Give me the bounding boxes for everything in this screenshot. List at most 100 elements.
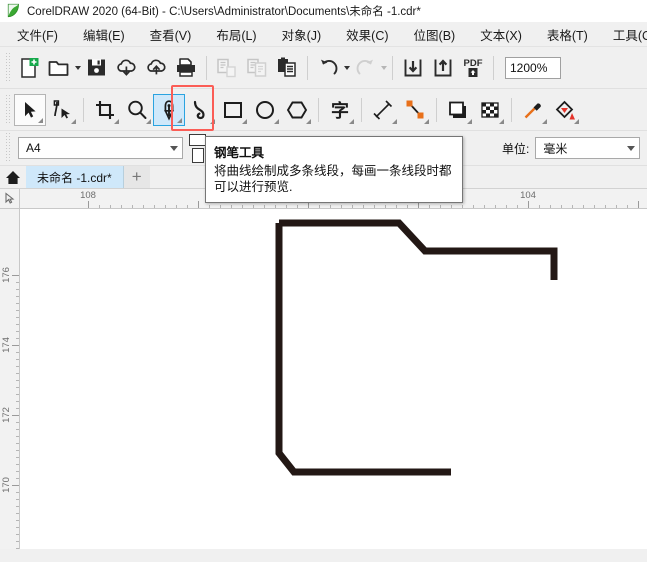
hexagon-icon	[286, 101, 308, 118]
toolbar-separator-1	[206, 55, 207, 80]
checker-icon	[481, 101, 499, 118]
tool-connector[interactable]	[399, 94, 431, 126]
zoom-level-input[interactable]: 1200%	[505, 56, 561, 79]
menu-object[interactable]: 对象(J)	[274, 23, 330, 46]
redo-arrow-icon	[356, 59, 373, 75]
paste-icon	[278, 57, 296, 77]
menu-layout[interactable]: 布局(L)	[208, 23, 264, 46]
cloud-download-icon	[116, 58, 136, 76]
menu-view[interactable]: 查看(V)	[142, 23, 200, 46]
tool-flyout-corner[interactable]	[349, 118, 354, 124]
menu-effects[interactable]: 效果(C)	[338, 23, 396, 46]
menu-file[interactable]: 文件(F)	[9, 23, 66, 46]
tool-flyout-corner[interactable]	[38, 117, 43, 123]
home-icon	[6, 170, 20, 184]
tool-flyout-corner[interactable]	[499, 118, 504, 124]
home-tab-button[interactable]	[0, 166, 26, 188]
publish-pdf-button[interactable]: PDF	[458, 53, 488, 83]
menu-edit[interactable]: 编辑(E)	[75, 23, 133, 46]
menu-table[interactable]: 表格(T)	[539, 23, 596, 46]
tool-rectangle[interactable]	[217, 94, 249, 126]
toolbar-grip[interactable]	[4, 52, 11, 83]
ruler-origin-button[interactable]	[0, 189, 20, 209]
page-size-dropdown[interactable]: A4	[18, 137, 183, 159]
tool-text[interactable]: 字	[324, 94, 356, 126]
magnifier-icon	[128, 100, 147, 119]
shape-node-icon	[53, 99, 70, 118]
v-ruler-tick-label: 170	[1, 477, 12, 493]
print-button[interactable]	[171, 53, 201, 83]
cloud-upload-button[interactable]	[141, 53, 171, 83]
tool-flyout-corner[interactable]	[274, 118, 279, 124]
drawing-canvas[interactable]	[21, 210, 647, 549]
export-button[interactable]	[428, 53, 458, 83]
cut-pages-icon	[217, 58, 236, 77]
v-ruler-tick-label: 172	[1, 407, 12, 423]
eyedropper-icon	[524, 102, 541, 118]
undo-button[interactable]	[313, 53, 343, 83]
tool-pen[interactable]	[153, 93, 185, 126]
import-button[interactable]	[398, 53, 428, 83]
coreldraw-balloon-icon	[6, 3, 21, 18]
unit-dropdown[interactable]: 毫米	[535, 137, 641, 159]
save-document-button[interactable]	[81, 53, 111, 83]
tool-color-eyedropper[interactable]	[517, 94, 549, 126]
tool-shape[interactable]	[46, 94, 78, 126]
tool-ellipse[interactable]	[249, 94, 281, 126]
menu-tools[interactable]: 工具(O)	[605, 23, 647, 46]
tool-zoom[interactable]	[121, 94, 153, 126]
menu-text[interactable]: 文本(X)	[472, 23, 530, 46]
cloud-download-button[interactable]	[111, 53, 141, 83]
drawn-polyline[interactable]	[21, 210, 647, 549]
tool-pick[interactable]	[14, 93, 46, 126]
tool-flyout-corner[interactable]	[306, 118, 311, 124]
tool-flyout-corner[interactable]	[210, 118, 215, 124]
tool-flyout-corner[interactable]	[392, 118, 397, 124]
vertical-ruler[interactable]: 176 174 172 170	[0, 209, 20, 549]
tool-flyout-corner[interactable]	[424, 118, 429, 124]
h-ruler-tick-label: 108	[80, 190, 96, 201]
tool-flyout-corner[interactable]	[467, 118, 472, 124]
paste-button[interactable]	[272, 53, 302, 83]
work-area: 108 106 104 102 100 98 96 176 174 172 17…	[0, 189, 647, 549]
dimension-line-icon	[373, 99, 393, 120]
open-document-button[interactable]	[44, 53, 74, 83]
add-page-button[interactable]: +	[123, 166, 150, 188]
svg-text:PDF: PDF	[464, 58, 483, 69]
tooltip-title: 钢笔工具	[214, 146, 265, 160]
tool-drop-shadow[interactable]	[442, 94, 474, 126]
tool-polygon[interactable]	[281, 94, 313, 126]
unit-label: 单位:	[502, 141, 530, 156]
tool-flyout-corner[interactable]	[242, 118, 247, 124]
document-tab[interactable]: 未命名 -1.cdr*	[26, 166, 124, 188]
tool-flyout-corner[interactable]	[574, 118, 579, 124]
toolbox: 字	[0, 85, 647, 131]
tool-interactive-fill[interactable]	[549, 94, 581, 126]
import-down-icon	[404, 59, 422, 77]
tool-artistic-media[interactable]	[185, 94, 217, 126]
orientation-landscape-button[interactable]	[189, 133, 206, 146]
redo-dropdown-arrow	[381, 65, 387, 70]
tool-dimension[interactable]	[367, 94, 399, 126]
tool-transparency[interactable]	[474, 94, 506, 126]
standard-toolbar: PDF 1200%	[0, 47, 647, 89]
tool-flyout-corner[interactable]	[114, 118, 119, 124]
toolbox-separator-5	[511, 97, 512, 122]
printer-icon	[177, 58, 195, 77]
orientation-portrait-button[interactable]	[191, 147, 204, 163]
tool-flyout-corner[interactable]	[146, 118, 151, 124]
tool-flyout-corner[interactable]	[177, 117, 182, 123]
connector-icon	[406, 100, 424, 118]
ruler-origin-icon	[5, 192, 15, 204]
property-bar-grip[interactable]	[4, 133, 11, 163]
toolbox-separator-2	[318, 97, 319, 122]
new-document-button[interactable]	[14, 53, 44, 83]
new-page-icon	[21, 57, 39, 78]
tool-flyout-corner[interactable]	[71, 118, 76, 124]
toolbox-grip[interactable]	[4, 94, 11, 125]
menu-bitmap[interactable]: 位图(B)	[406, 23, 464, 46]
zoom-level-value: 1200%	[510, 60, 548, 75]
tool-flyout-corner[interactable]	[542, 118, 547, 124]
tool-crop[interactable]	[89, 94, 121, 126]
page-size-value: A4	[26, 141, 41, 155]
